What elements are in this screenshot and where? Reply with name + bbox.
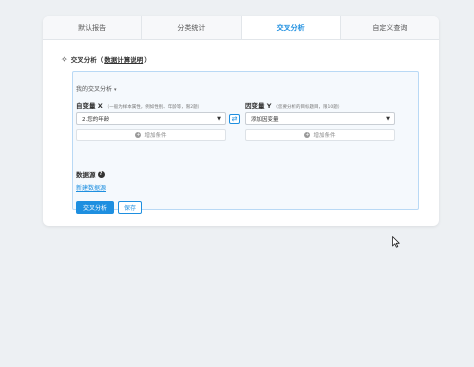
dependent-var-title: 因变量 Y — [245, 102, 272, 110]
new-datasource-link[interactable]: 新建数据源 — [76, 183, 106, 192]
save-button[interactable]: 保存 — [118, 201, 142, 214]
calc-explanation-link[interactable]: 数据计算说明 — [104, 54, 143, 64]
cross-analysis-panel: 我的交叉分析 ▾ 自变量 X （一般为样本属性，例如性别、年龄等，限2题） 2.您的… — [72, 71, 419, 214]
dependent-add-label: 增加条件 — [313, 133, 336, 139]
section-title-suffix: ） — [144, 56, 151, 64]
report-tabs: 默认报告 分类统计 交叉分析 自定义查询 — [43, 16, 439, 40]
plus-circle-icon: + — [135, 131, 142, 138]
cross-analysis-button[interactable]: 交叉分析 — [76, 201, 114, 214]
dependent-var-hint: （您要分析的目标题目，限10题） — [273, 105, 343, 110]
section-title: ✧ 交叉分析（ 数据计算说明 ） — [61, 54, 151, 65]
mouse-cursor-icon — [392, 236, 400, 248]
dependent-var-select[interactable]: 添加因变量 ▼ — [245, 112, 395, 125]
caret-down-icon: ▾ — [114, 87, 117, 93]
dependent-var-label: 因变量 Y （您要分析的目标题目，限10题） — [245, 100, 342, 110]
independent-var-value: 2.您的年龄 — [82, 116, 110, 123]
tab-category-stats[interactable]: 分类统计 — [142, 16, 242, 39]
dependent-var-value: 添加因变量 — [251, 116, 279, 123]
tab-custom-query[interactable]: 自定义查询 — [341, 16, 439, 39]
chevron-down-icon: ▼ — [386, 116, 390, 122]
dependent-add-condition-button[interactable]: + 增加条件 — [245, 129, 395, 141]
chevron-down-icon: ▼ — [217, 116, 221, 122]
independent-add-label: 增加条件 — [144, 133, 167, 139]
datasource-label: 数据源 ? — [76, 169, 105, 179]
tab-cross-analysis[interactable]: 交叉分析 — [241, 16, 341, 39]
analysis-card: 默认报告 分类统计 交叉分析 自定义查询 ✧ 交叉分析（ 数据计算说明 ） 我的… — [43, 16, 439, 226]
sparkle-icon: ✧ — [61, 54, 68, 64]
plus-circle-icon: + — [304, 131, 311, 138]
independent-add-condition-button[interactable]: + 增加条件 — [76, 129, 226, 141]
swap-arrows-icon: ⇄ — [231, 115, 238, 123]
section-title-prefix: 交叉分析（ — [70, 56, 104, 64]
swap-variables-button[interactable]: ⇄ — [229, 114, 240, 124]
independent-var-hint: （一般为样本属性，例如性别、年龄等，限2题） — [104, 105, 203, 110]
datasource-label-text: 数据源 — [76, 171, 96, 179]
independent-var-title: 自变量 X — [76, 102, 103, 110]
tab-default-report[interactable]: 默认报告 — [43, 16, 143, 39]
panel-title-text: 我的交叉分析 — [76, 86, 113, 93]
independent-var-select[interactable]: 2.您的年龄 ▼ — [76, 112, 226, 125]
panel-title[interactable]: 我的交叉分析 ▾ — [76, 84, 117, 93]
help-icon[interactable]: ? — [97, 170, 105, 178]
independent-var-label: 自变量 X （一般为样本属性，例如性别、年龄等，限2题） — [76, 100, 202, 110]
